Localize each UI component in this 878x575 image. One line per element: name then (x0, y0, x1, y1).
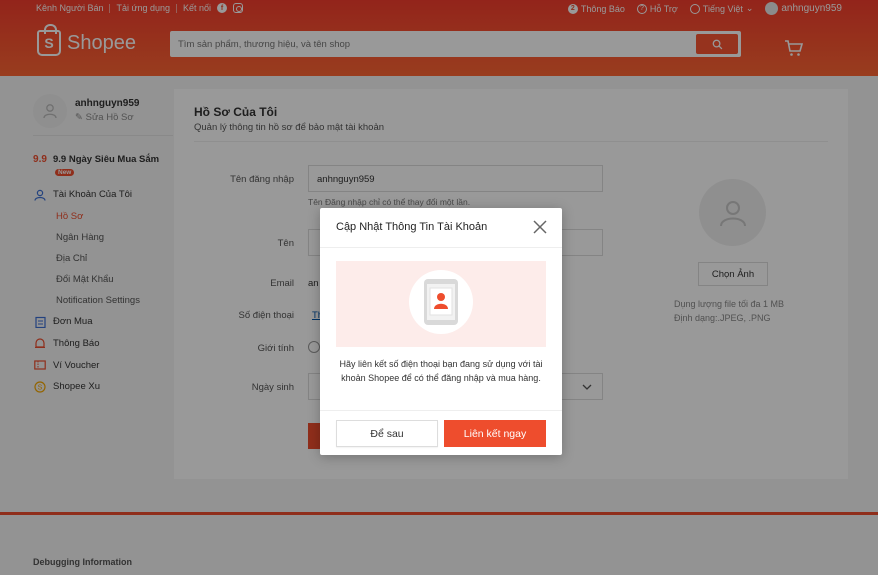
illustration-circle (409, 270, 473, 334)
modal-message: Hãy liên kết số điện thoại bạn đang sử d… (339, 359, 543, 383)
modal-title: Cập Nhật Thông Tin Tài Khoản (336, 221, 488, 233)
later-button[interactable]: Để sau (336, 420, 438, 447)
phone-illustration (336, 261, 546, 347)
phone-profile-icon (424, 279, 458, 325)
update-account-modal: Cập Nhật Thông Tin Tài Khoản Hãy liên kế… (320, 208, 562, 455)
close-icon (533, 220, 547, 234)
close-button[interactable] (532, 219, 548, 235)
divider (320, 247, 562, 248)
modal-footer: Để sau Liên kết ngay (320, 410, 562, 455)
link-now-button[interactable]: Liên kết ngay (444, 420, 546, 447)
